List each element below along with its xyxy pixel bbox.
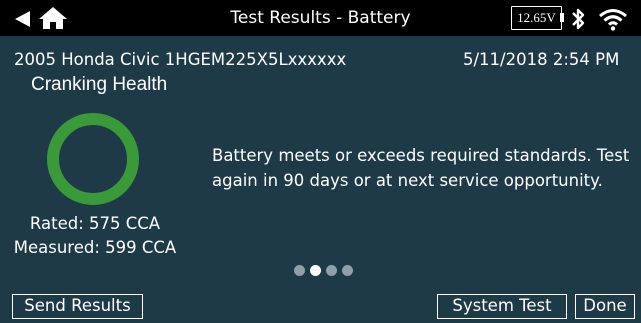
page-indicator[interactable] xyxy=(294,265,353,279)
battery-terminal xyxy=(560,13,564,22)
bluetooth-icon xyxy=(572,8,585,30)
rated-cca: Rated: 575 CCA xyxy=(29,214,161,233)
cranking-health-ring xyxy=(47,113,139,205)
battery-voltage-icon: 12.65V xyxy=(511,6,562,30)
test-datetime: 5/11/2018 2:54 PM xyxy=(463,50,620,69)
system-test-button[interactable]: System Test xyxy=(437,294,567,319)
page-dot[interactable] xyxy=(310,265,321,276)
section-title: Cranking Health xyxy=(31,74,168,95)
send-results-button[interactable]: Send Results xyxy=(12,294,143,319)
page-dot[interactable] xyxy=(326,265,337,276)
done-button[interactable]: Done xyxy=(575,294,635,319)
vehicle-info: 2005 Honda Civic 1HGEM225X5Lxxxxxx xyxy=(14,50,347,69)
measured-cca: Measured: 599 CCA xyxy=(13,238,177,257)
top-bar: Test Results - Battery 12.65V xyxy=(0,0,641,36)
result-message: Battery meets or exceeds required standa… xyxy=(212,146,630,190)
page-dot[interactable] xyxy=(294,265,305,276)
wifi-icon xyxy=(599,9,627,31)
page-dot[interactable] xyxy=(342,265,353,276)
